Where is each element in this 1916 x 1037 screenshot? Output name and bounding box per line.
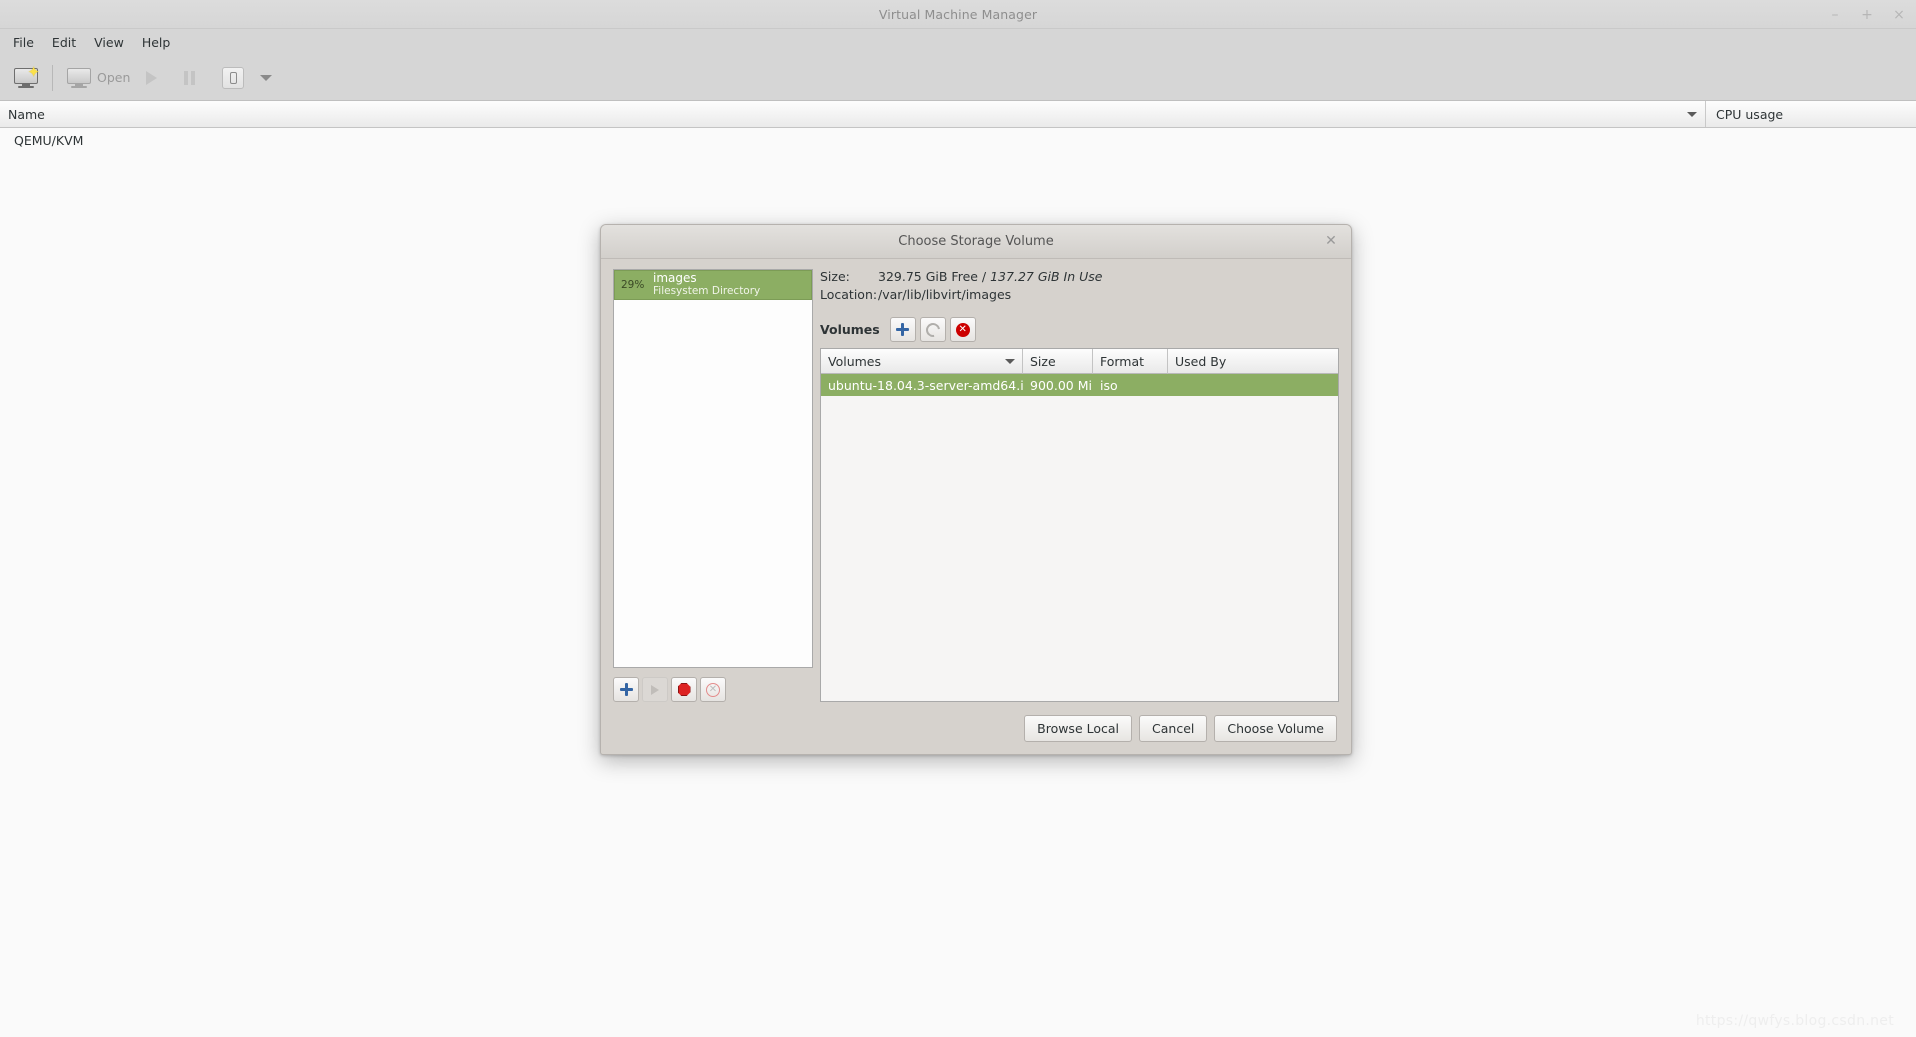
- choose-storage-volume-dialog: Choose Storage Volume ✕ 29% images Files…: [600, 224, 1352, 755]
- pool-location-value: /var/lib/libvirt/images: [878, 287, 1012, 302]
- maximize-icon[interactable]: +: [1860, 8, 1874, 22]
- dialog-title: Choose Storage Volume: [898, 234, 1054, 249]
- column-header-volumes-label: Volumes: [828, 353, 882, 369]
- cancel-button[interactable]: Cancel: [1139, 714, 1208, 742]
- dialog-titlebar: Choose Storage Volume ✕: [601, 225, 1351, 259]
- storage-pool-panel: 29% images Filesystem Directory ✕: [613, 269, 813, 702]
- window-controls: – + ×: [1828, 0, 1906, 29]
- plus-icon: [896, 323, 910, 336]
- pause-icon: [184, 70, 196, 85]
- run-vm-button[interactable]: [138, 59, 176, 97]
- volumes-section-label: Volumes: [820, 322, 880, 337]
- shutdown-menu-button[interactable]: [252, 59, 290, 97]
- open-vm-button[interactable]: Open: [59, 59, 138, 97]
- pool-name: images: [653, 271, 697, 286]
- add-pool-button[interactable]: [613, 677, 639, 702]
- chevron-down-icon: [260, 74, 273, 81]
- pool-location-label: Location:: [820, 287, 878, 302]
- volume-name: ubuntu-18.04.3-server-amd64.iso: [828, 377, 1023, 393]
- refresh-icon: [922, 319, 943, 340]
- sort-descending-icon: [1687, 111, 1697, 117]
- column-header-used-by-label: Used By: [1175, 353, 1227, 369]
- sort-descending-icon: [1005, 358, 1015, 364]
- stop-icon: [677, 683, 691, 696]
- window-titlebar: Virtual Machine Manager – + ×: [0, 0, 1916, 29]
- storage-pool-list[interactable]: 29% images Filesystem Directory: [613, 269, 813, 668]
- pool-size-value: 329.75 GiB Free / 137.27 GiB In Use: [878, 269, 1102, 284]
- choose-volume-button[interactable]: Choose Volume: [1214, 714, 1337, 742]
- delete-volume-button[interactable]: ✕: [949, 317, 976, 342]
- dialog-footer: Browse Local Cancel Choose Volume: [601, 702, 1351, 754]
- add-volume-button[interactable]: [889, 317, 916, 342]
- pool-size-used: 137.27 GiB In Use: [990, 269, 1103, 284]
- menu-edit[interactable]: Edit: [43, 32, 85, 53]
- stop-pool-button[interactable]: [671, 677, 697, 702]
- column-header-volumes[interactable]: Volumes: [821, 349, 1023, 374]
- delete-pool-button: ✕: [700, 677, 726, 702]
- dialog-body: 29% images Filesystem Directory ✕ Size: …: [601, 259, 1351, 702]
- pool-size-row: Size: 329.75 GiB Free / 137.27 GiB In Us…: [820, 269, 1339, 284]
- column-header-format-label: Format: [1100, 353, 1145, 369]
- vm-list-header: Name CPU usage: [0, 101, 1916, 128]
- list-item[interactable]: 29% images Filesystem Directory: [614, 270, 812, 300]
- column-header-cpu-usage-label: CPU usage: [1716, 106, 1784, 122]
- connection-name: QEMU/KVM: [14, 133, 84, 148]
- volume-format: iso: [1100, 377, 1118, 393]
- open-vm-label: Open: [97, 70, 131, 85]
- pool-size-label: Size:: [820, 269, 850, 284]
- volumes-toolbar: Volumes ✕: [820, 317, 1339, 342]
- shutdown-vm-button[interactable]: [214, 59, 252, 97]
- monitor-icon: [67, 67, 91, 88]
- delete-icon: ✕: [955, 322, 970, 337]
- column-header-used-by[interactable]: Used By: [1168, 349, 1338, 374]
- table-row[interactable]: QEMU/KVM: [0, 128, 1916, 153]
- watermark: https://qwfys.blog.csdn.net: [1695, 1013, 1894, 1029]
- pool-usage-percent: 29%: [621, 279, 645, 291]
- column-header-name[interactable]: Name: [0, 101, 1706, 127]
- browse-local-button[interactable]: Browse Local: [1024, 714, 1133, 742]
- pool-detail-panel: Size: 329.75 GiB Free / 137.27 GiB In Us…: [820, 269, 1339, 702]
- start-pool-button: [642, 677, 668, 702]
- pause-vm-button[interactable]: [176, 59, 214, 97]
- column-header-name-label: Name: [8, 106, 45, 122]
- storage-pool-toolbar: ✕: [613, 668, 813, 702]
- volumes-table: Volumes Size Format Used By ubuntu-18.04…: [820, 348, 1339, 702]
- menubar: File Edit View Help: [0, 29, 1916, 55]
- new-virtual-machine-button[interactable]: ✦: [6, 59, 46, 97]
- column-header-size[interactable]: Size: [1023, 349, 1093, 374]
- menu-file[interactable]: File: [4, 32, 43, 53]
- play-icon: [651, 684, 659, 695]
- pool-location-row: Location: /var/lib/libvirt/images: [820, 287, 1339, 302]
- window-title: Virtual Machine Manager: [878, 6, 1038, 22]
- play-icon: [146, 70, 158, 85]
- volumes-table-header: Volumes Size Format Used By: [821, 349, 1338, 374]
- new-virtual-machine-icon: ✦: [14, 64, 40, 88]
- column-header-format[interactable]: Format: [1093, 349, 1168, 374]
- pool-size-free: 329.75 GiB Free /: [878, 269, 991, 284]
- toolbar-separator: [52, 64, 53, 91]
- close-icon[interactable]: ✕: [1323, 234, 1339, 250]
- column-header-size-label: Size: [1030, 353, 1056, 369]
- pool-type: Filesystem Directory: [653, 284, 761, 297]
- refresh-volumes-button[interactable]: [919, 317, 946, 342]
- volume-size: 900.00 MiB: [1030, 377, 1093, 393]
- volume-used-by: [1168, 374, 1338, 396]
- minimize-icon[interactable]: –: [1828, 8, 1842, 22]
- menu-help[interactable]: Help: [133, 32, 180, 53]
- toolbar: ✦ Open: [0, 55, 1916, 101]
- column-header-cpu-usage[interactable]: CPU usage: [1706, 101, 1916, 127]
- close-icon[interactable]: ×: [1892, 8, 1906, 22]
- plus-icon: [619, 683, 633, 696]
- shutdown-icon: [222, 66, 245, 89]
- menu-view[interactable]: View: [85, 32, 133, 53]
- delete-icon: ✕: [706, 682, 720, 697]
- table-row[interactable]: ubuntu-18.04.3-server-amd64.iso 900.00 M…: [821, 374, 1338, 396]
